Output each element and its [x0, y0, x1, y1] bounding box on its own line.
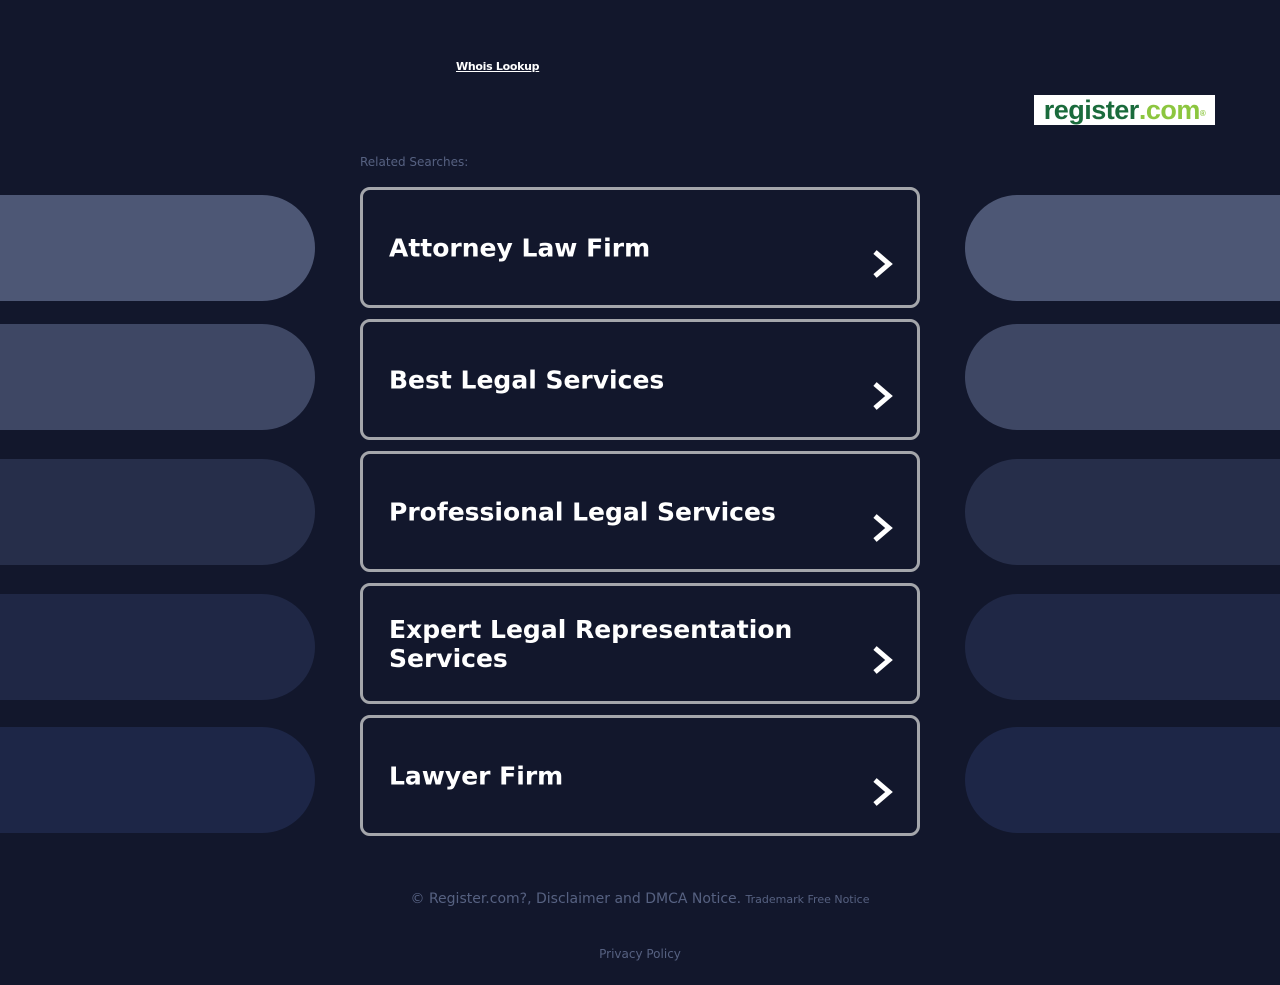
decorative-pill-right-1 [965, 195, 1280, 301]
copyright-disclaimer-link[interactable]: © Register.com?, Disclaimer and DMCA Not… [411, 891, 742, 907]
parked-domain-page: Whois Lookup register .com ® Related Searc… [0, 0, 1280, 985]
decorative-pill-right-2 [965, 324, 1280, 430]
whois-lookup-link[interactable]: Whois Lookup [456, 60, 540, 73]
logo-text-register: register [1043, 95, 1140, 125]
related-search-label: Attorney Law Firm [389, 233, 651, 262]
trademark-notice-link[interactable]: Trademark Free Notice [746, 893, 870, 906]
logo-registered-mark: ® [1199, 109, 1206, 118]
decorative-pill-right-3 [965, 459, 1280, 565]
related-search-link[interactable]: Professional Legal Services [360, 451, 920, 572]
footer-legal: © Register.com?, Disclaimer and DMCA Not… [0, 891, 1280, 907]
register-com-logo[interactable]: register .com ® [1034, 95, 1215, 125]
logo-text-dotcom: .com [1138, 95, 1201, 125]
related-search-link[interactable]: Attorney Law Firm [360, 187, 920, 308]
related-search-link[interactable]: Best Legal Services [360, 319, 920, 440]
related-searches-label: Related Searches: [360, 155, 469, 169]
chevron-right-icon [873, 646, 893, 674]
decorative-pill-left-2 [0, 324, 315, 430]
related-search-label: Best Legal Services [389, 365, 665, 394]
decorative-pill-right-5 [965, 727, 1280, 833]
chevron-right-icon [873, 778, 893, 806]
decorative-pill-left-3 [0, 459, 315, 565]
decorative-pill-left-4 [0, 594, 315, 700]
decorative-pill-right-4 [965, 594, 1280, 700]
decorative-pill-left-1 [0, 195, 315, 301]
decorative-pill-left-5 [0, 727, 315, 833]
privacy-policy-link[interactable]: Privacy Policy [0, 947, 1280, 961]
related-search-label: Expert Legal Representation Services [389, 614, 793, 673]
related-search-link[interactable]: Lawyer Firm [360, 715, 920, 836]
chevron-right-icon [873, 514, 893, 542]
chevron-right-icon [873, 250, 893, 278]
chevron-right-icon [873, 382, 893, 410]
related-search-link[interactable]: Expert Legal Representation Services [360, 583, 920, 704]
related-search-label: Professional Legal Services [389, 497, 776, 526]
related-search-label: Lawyer Firm [389, 761, 564, 790]
